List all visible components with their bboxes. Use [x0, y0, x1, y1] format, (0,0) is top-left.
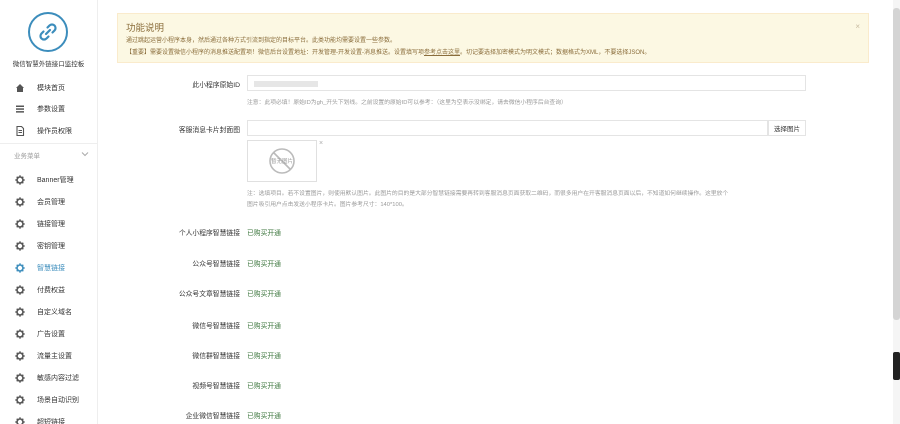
remove-image-icon[interactable]: × — [319, 140, 323, 147]
feature-label: 公众号智慧链接 — [192, 261, 240, 268]
thumb-text: 暂无图片 — [270, 159, 293, 165]
sidebar-item-label: 操作员权限 — [37, 128, 72, 135]
notice-important-prefix: 【重要】需要设置微信小程序的消息推送配置项！微信后台设置地址：开发管理-开发设置… — [126, 50, 424, 56]
feature-label: 微信号智慧链接 — [192, 323, 240, 330]
sidebar-item-label: 付费权益 — [37, 287, 65, 294]
brand-logo[interactable] — [28, 12, 68, 52]
link-icon — [39, 23, 57, 41]
feature-status: 已购买开通 — [247, 323, 281, 330]
sidebar-item-settings[interactable]: 参数设置 — [0, 99, 97, 119]
sidebar-item-label: 会员管理 — [37, 199, 65, 206]
reference-link[interactable]: 参考点击这里 — [424, 50, 460, 56]
sidebar-item-5[interactable]: 智慧链接 — [0, 258, 97, 278]
appid-help: 注意：此项必填！原始ID为gh_开头下划线。之前设置的原始ID可以参考：（这里为… — [247, 100, 567, 106]
sidebar-item-10[interactable]: 敏感内容过滤 — [0, 368, 97, 388]
brand-name: 微信智慧外链接口监控板 — [12, 61, 85, 68]
home-icon — [13, 83, 27, 93]
notice-important-text: 【重要】需要设置微信小程序的消息推送配置项！微信后台设置地址：开发管理-开发设置… — [126, 47, 650, 56]
main-content: 功能说明 通过跳起运营小程序本身，然后通过各种方式引流到指定的目标平台。此类功能… — [98, 0, 890, 424]
chevron-down-icon — [81, 150, 89, 160]
gear-icon — [13, 329, 27, 339]
sidebar-item-8[interactable]: 广告设置 — [0, 324, 97, 344]
gear-icon — [13, 263, 27, 273]
sidebar-item-7[interactable]: 自定义域名 — [0, 302, 97, 322]
sidebar-item-label: 智慧链接 — [37, 265, 65, 272]
sidebar-item-4[interactable]: 密钥管理 — [0, 236, 97, 256]
sidebar-item-label: 流量主设置 — [37, 353, 72, 360]
file-icon — [13, 126, 27, 136]
feature-status: 已购买开通 — [247, 230, 281, 237]
sidebar-item-9[interactable]: 流量主设置 — [0, 346, 97, 366]
close-icon[interactable]: × — [855, 22, 860, 31]
feature-status: 已购买开通 — [247, 261, 281, 268]
gear-icon — [13, 241, 27, 251]
sidebar: 微信智慧外链接口监控板 模块首页 参数设置 操作员权限 业务菜单 Banner管… — [0, 0, 98, 424]
sidebar-item-label: Banner管理 — [37, 177, 74, 184]
scrollbar-thumb[interactable] — [893, 8, 900, 320]
feature-label: 企业微信智慧链接 — [185, 413, 240, 420]
sidebar-item-label: 密钥管理 — [37, 243, 65, 250]
feature-label: 视频号智慧链接 — [192, 383, 240, 390]
sidebar-item-permissions[interactable]: 操作员权限 — [0, 121, 97, 141]
gear-icon — [13, 351, 27, 361]
feature-label: 微信群智慧链接 — [192, 353, 240, 360]
sidebar-item-1[interactable]: Banner管理 — [0, 170, 97, 190]
feature-label: 公众号文章智慧链接 — [178, 291, 240, 298]
feature-status: 已购买开通 — [247, 383, 281, 390]
appid-label: 此小程序原始ID — [192, 82, 240, 89]
divider — [0, 143, 97, 144]
gear-icon — [13, 307, 27, 317]
sidebar-group-business[interactable]: 业务菜单 — [0, 147, 97, 163]
gear-icon — [13, 373, 27, 383]
cover-thumbnail: 暂无图片 — [247, 140, 317, 182]
feature-status: 已购买开通 — [247, 353, 281, 360]
sidebar-item-label: 超短链接 — [37, 419, 65, 424]
select-image-button[interactable]: 选择图片 — [768, 120, 806, 136]
sidebar-item-11[interactable]: 场景自动识别 — [0, 390, 97, 410]
sidebar-item-label: 链接管理 — [37, 221, 65, 228]
sidebar-item-2[interactable]: 会员管理 — [0, 192, 97, 212]
sidebar-item-home[interactable]: 模块首页 — [0, 78, 97, 98]
feature-status: 已购买开通 — [247, 291, 281, 298]
cover-help-line2: 图片吸引用户点击发送小程序卡片。图片参考尺寸：140*100。 — [247, 202, 408, 208]
sidebar-item-label: 场景自动识别 — [37, 397, 79, 404]
list-icon — [13, 104, 27, 114]
gear-icon — [13, 219, 27, 229]
gear-icon — [13, 285, 27, 295]
sidebar-item-12[interactable]: 超短链接 — [0, 412, 97, 424]
sidebar-item-label: 敏感内容过滤 — [37, 375, 79, 382]
sidebar-item-label: 参数设置 — [37, 106, 65, 113]
appid-input[interactable] — [247, 75, 806, 91]
sidebar-item-label: 模块首页 — [37, 85, 65, 92]
notice-important-suffix: 。切记要选择加密模式为明文模式；数据格式为XML，不要选择JSON。 — [460, 50, 651, 56]
notice-text: 通过跳起运营小程序本身，然后通过各种方式引流到指定的目标平台。此类功能均需要设置… — [126, 38, 397, 44]
sidebar-item-label: 广告设置 — [37, 331, 65, 338]
sidebar-item-6[interactable]: 付费权益 — [0, 280, 97, 300]
gear-icon — [13, 175, 27, 185]
sidebar-group-label: 业务菜单 — [14, 153, 40, 160]
cover-help-line1: 注：选填项目。若不设置图片，则使用默认图片。此图片的目的是大部分智慧链接需要再转… — [247, 191, 729, 197]
gear-icon — [13, 395, 27, 405]
notice-panel: 功能说明 通过跳起运营小程序本身，然后通过各种方式引流到指定的目标平台。此类功能… — [117, 13, 869, 63]
feature-label: 个人小程序智慧链接 — [178, 230, 240, 237]
redacted-value — [254, 81, 318, 87]
notice-title: 功能说明 — [126, 23, 165, 34]
sidebar-item-3[interactable]: 链接管理 — [0, 214, 97, 234]
side-widget[interactable] — [893, 352, 900, 380]
cover-image-input[interactable] — [247, 120, 768, 136]
sidebar-item-label: 自定义域名 — [37, 309, 72, 316]
gear-icon — [13, 417, 27, 424]
feature-status: 已购买开通 — [247, 413, 281, 420]
cover-label: 客服消息卡片封面图 — [178, 127, 240, 134]
gear-icon — [13, 197, 27, 207]
